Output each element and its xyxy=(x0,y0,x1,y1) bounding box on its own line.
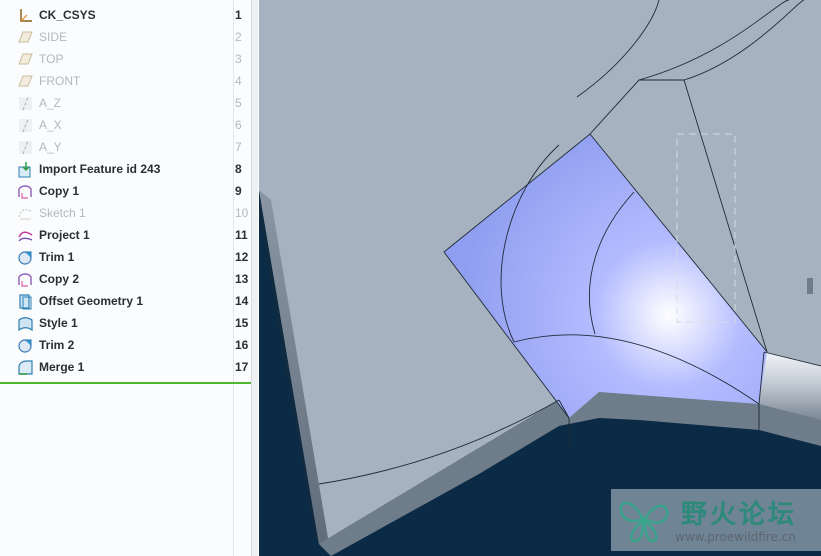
tree-item-label: Style 1 xyxy=(39,316,78,330)
style-icon xyxy=(17,315,34,332)
tree-item-number: 12 xyxy=(235,250,249,264)
tree-item-number: 16 xyxy=(235,338,249,352)
tree-item-label: Project 1 xyxy=(39,228,90,242)
tree-item[interactable]: Import Feature id 243 8 xyxy=(0,158,251,180)
view-marker xyxy=(807,278,813,294)
tree-item-number: 2 xyxy=(235,30,242,44)
insert-here-indicator[interactable] xyxy=(0,382,251,384)
tree-item-label: Copy 1 xyxy=(39,184,80,198)
tree-item-label: Sketch 1 xyxy=(39,206,86,220)
datum-axis-icon xyxy=(17,117,34,134)
tree-item[interactable]: CK_CSYS 1 xyxy=(0,4,251,26)
tree-item-label: Trim 1 xyxy=(39,250,75,264)
tree-item[interactable]: Offset Geometry 1 14 xyxy=(0,290,251,312)
graphics-viewport[interactable] xyxy=(259,0,821,556)
tree-item-number: 8 xyxy=(235,162,242,176)
tree-item[interactable]: FRONT 4 xyxy=(0,70,251,92)
watermark: 野火论坛 www.proewildfire.cn xyxy=(611,489,821,551)
tree-item-number: 7 xyxy=(235,140,242,154)
datum-plane-icon xyxy=(17,73,34,90)
watermark-url: www.proewildfire.cn xyxy=(675,530,796,544)
tree-item-number: 13 xyxy=(235,272,249,286)
watermark-title: 野火论坛 xyxy=(681,500,798,530)
tree-item[interactable]: A_X 6 xyxy=(0,114,251,136)
sketch-icon xyxy=(17,205,34,222)
tree-item-label: TOP xyxy=(39,52,64,66)
tree-item-label: A_Z xyxy=(39,96,62,110)
trim-icon xyxy=(17,337,34,354)
model-geometry[interactable] xyxy=(259,0,821,556)
tree-item-label: Copy 2 xyxy=(39,272,80,286)
datum-axis-icon xyxy=(17,95,34,112)
tree-item[interactable]: A_Y 7 xyxy=(0,136,251,158)
tree-item[interactable]: Merge 1 17 xyxy=(0,356,251,378)
tree-item-label: SIDE xyxy=(39,30,68,44)
copy-surface-icon xyxy=(17,183,34,200)
tree-item-label: Merge 1 xyxy=(39,360,85,374)
tree-item[interactable]: Trim 1 12 xyxy=(0,246,251,268)
butterfly-logo-icon xyxy=(619,501,669,543)
merge-icon xyxy=(17,359,34,376)
tree-item-number: 5 xyxy=(235,96,242,110)
tree-splitter[interactable] xyxy=(251,0,258,556)
tree-item-label: Offset Geometry 1 xyxy=(39,294,144,308)
import-feature-icon xyxy=(17,161,34,178)
tree-item-number: 3 xyxy=(235,52,242,66)
tree-item-label: FRONT xyxy=(39,74,81,88)
tree-item[interactable]: Copy 2 13 xyxy=(0,268,251,290)
tree-item[interactable]: A_Z 5 xyxy=(0,92,251,114)
offset-geometry-icon xyxy=(17,293,34,310)
datum-axis-icon xyxy=(17,139,34,156)
tree-item-label: A_X xyxy=(39,118,62,132)
tree-item[interactable]: TOP 3 xyxy=(0,48,251,70)
datum-plane-icon xyxy=(17,51,34,68)
copy-surface-icon xyxy=(17,271,34,288)
tree-item[interactable]: Copy 1 9 xyxy=(0,180,251,202)
tree-item-number: 10 xyxy=(235,206,249,220)
tree-item[interactable]: SIDE 2 xyxy=(0,26,251,48)
tree-item-label: Trim 2 xyxy=(39,338,75,352)
tree-item-number: 15 xyxy=(235,316,249,330)
tree-item[interactable]: Style 1 15 xyxy=(0,312,251,334)
tree-item-number: 14 xyxy=(235,294,249,308)
tree-item[interactable]: Project 1 11 xyxy=(0,224,251,246)
tree-item-number: 1 xyxy=(235,8,242,22)
tree-item-label: A_Y xyxy=(39,140,62,154)
trim-icon xyxy=(17,249,34,266)
tree-item[interactable]: Trim 2 16 xyxy=(0,334,251,356)
tree-item-number: 9 xyxy=(235,184,242,198)
datum-plane-icon xyxy=(17,29,34,46)
tree-item-label: Import Feature id 243 xyxy=(39,162,161,176)
tree-item-label: CK_CSYS xyxy=(39,8,96,22)
tree-item-number: 6 xyxy=(235,118,242,132)
model-tree: CK_CSYS 1 SIDE 2 TOP 3 FRONT 4 A_Z 5 A_X 6 A_Y 7 Impor… xyxy=(0,0,258,556)
tree-item[interactable]: Sketch 1 10 xyxy=(0,202,251,224)
tree-item-number: 17 xyxy=(235,360,249,374)
tree-item-number: 11 xyxy=(235,228,248,242)
project-curve-icon xyxy=(17,227,34,244)
tree-item-number: 4 xyxy=(235,74,242,88)
csys-icon xyxy=(17,7,34,24)
